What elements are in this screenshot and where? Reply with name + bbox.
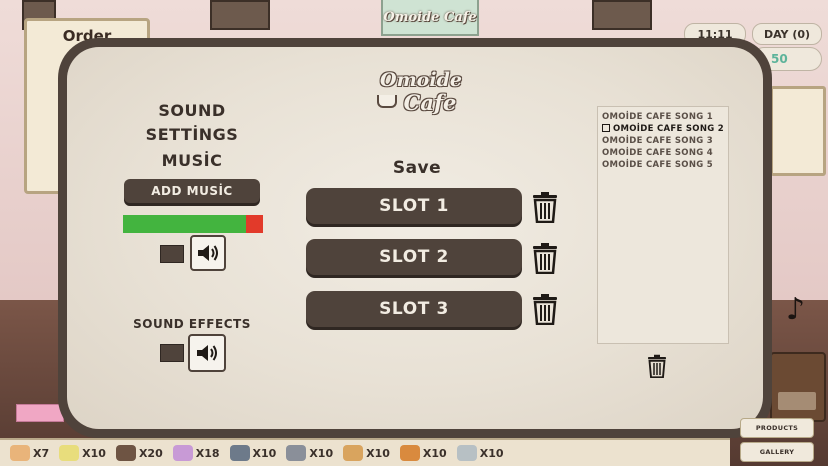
music-speaker-button[interactable] xyxy=(190,235,226,271)
delete-slot-3-trash-icon[interactable] xyxy=(530,292,560,326)
sound-settings-heading: SOUND SETTİNGS xyxy=(127,99,257,147)
song-item-3[interactable]: OMOİDE CAFE SONG 3 xyxy=(602,135,724,147)
sound-effects-heading: SOUND EFFECTS xyxy=(133,317,251,331)
song-item-4[interactable]: OMOİDE CAFE SONG 4 xyxy=(602,147,724,159)
inventory-item: X18 xyxy=(172,445,220,461)
pancake-icon xyxy=(399,445,420,461)
coffee-cup-icon xyxy=(377,95,397,108)
delete-slot-2-trash-icon[interactable] xyxy=(530,241,560,275)
onigiri-icon xyxy=(286,445,307,461)
sound-settings-line2: SETTİNGS xyxy=(145,125,239,144)
gallery-button[interactable]: GALLERY xyxy=(740,442,814,462)
sound-effects-speaker-button[interactable] xyxy=(188,334,226,372)
cookie-icon xyxy=(115,445,136,461)
cafe-logo: Omoide Cafe xyxy=(371,61,471,127)
mug-icon xyxy=(229,445,250,461)
inventory-item: X10 xyxy=(286,445,333,461)
wall-frame xyxy=(592,0,652,30)
settings-panel: Omoide Cafe SOUND SETTİNGS MUSİC ADD MUS… xyxy=(58,38,772,438)
cafe-sign-text: Omoide Cafe xyxy=(383,9,477,25)
cake-icon xyxy=(10,445,30,461)
skewer-icon xyxy=(456,445,477,461)
inventory-item: X7 xyxy=(10,445,49,461)
speaker-icon xyxy=(198,245,218,261)
cupcake-icon xyxy=(172,445,193,461)
music-heading: MUSİC xyxy=(161,151,223,170)
day-counter: DAY (0) xyxy=(752,23,822,45)
wall-card xyxy=(770,86,826,176)
inventory-item: X10 xyxy=(343,445,390,461)
song-item-1[interactable]: OMOİDE CAFE SONG 1 xyxy=(602,111,724,123)
music-mute-toggle[interactable] xyxy=(160,245,184,263)
taiyaki-icon xyxy=(343,445,364,461)
checkbox-icon xyxy=(602,124,610,132)
cheese-icon xyxy=(59,445,80,461)
inventory-item: X10 xyxy=(456,445,504,461)
cafe-sign: Omoide Cafe xyxy=(381,0,479,36)
sound-effects-mute-toggle[interactable] xyxy=(160,344,184,362)
save-slot-1-button[interactable]: SLOT 1 xyxy=(306,188,522,224)
save-slot-2-button[interactable]: SLOT 2 xyxy=(306,239,522,275)
music-note-icon: ♪ xyxy=(786,292,806,327)
delete-slot-1-trash-icon[interactable] xyxy=(530,190,560,224)
save-slot-3-button[interactable]: SLOT 3 xyxy=(306,291,522,327)
song-list: OMOİDE CAFE SONG 1 OMOİDE CAFE SONG 2 OM… xyxy=(597,106,729,344)
music-volume-slider[interactable] xyxy=(123,215,263,233)
inventory-item: X10 xyxy=(229,445,276,461)
delete-song-trash-icon[interactable] xyxy=(645,353,669,379)
logo-line2: Cafe xyxy=(403,90,457,115)
radio-icon xyxy=(770,352,826,422)
inventory-item: X10 xyxy=(399,445,447,461)
sound-settings-line1: SOUND xyxy=(158,101,226,120)
inventory-bar: X7 X10 X20 X18 X10 X10 X10 X10 X10 xyxy=(0,438,730,466)
speaker-icon xyxy=(197,345,217,361)
logo-line1: Omoide xyxy=(380,69,462,91)
song-item-2[interactable]: OMOİDE CAFE SONG 2 xyxy=(602,123,724,135)
wall-frame xyxy=(210,0,270,30)
add-music-button[interactable]: ADD MUSİC xyxy=(124,179,260,203)
inventory-item: X10 xyxy=(59,445,106,461)
song-item-5[interactable]: OMOİDE CAFE SONG 5 xyxy=(602,159,724,171)
save-heading: Save xyxy=(392,158,442,178)
products-button[interactable]: PRODUCTS xyxy=(740,418,814,438)
pink-box xyxy=(16,404,64,422)
music-volume-fill xyxy=(123,215,247,233)
settings-panel-body: Omoide Cafe SOUND SETTİNGS MUSİC ADD MUS… xyxy=(67,47,763,429)
inventory-item: X20 xyxy=(115,445,163,461)
